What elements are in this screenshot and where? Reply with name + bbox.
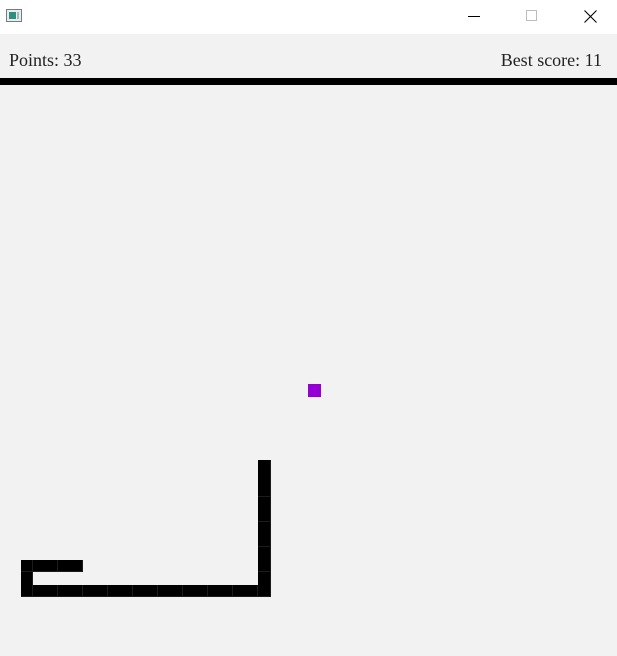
snake-segment — [21, 560, 33, 572]
snake-segment — [258, 497, 271, 522]
food-pellet — [308, 384, 321, 397]
snake-segment — [258, 522, 271, 547]
snake-segment — [58, 585, 83, 597]
snake-segment — [83, 585, 108, 597]
best-score-label: Best score: 11 — [500, 50, 602, 70]
close-button[interactable] — [561, 0, 617, 32]
snake-segment — [21, 572, 33, 597]
title-bar[interactable] — [0, 0, 617, 34]
maximize-button[interactable] — [503, 0, 561, 32]
snake-segment — [258, 572, 271, 597]
app-icon — [6, 9, 22, 22]
close-icon — [583, 9, 597, 23]
snake-segment — [258, 547, 271, 572]
snake-segment — [183, 585, 208, 597]
snake-segment — [33, 560, 58, 572]
snake-segment — [208, 585, 233, 597]
snake-segment — [158, 585, 183, 597]
snake-segment — [233, 585, 258, 597]
snake-segment — [108, 585, 133, 597]
snake-segment — [258, 472, 271, 497]
snake-segment — [133, 585, 158, 597]
snake-segment — [58, 560, 83, 572]
maximize-icon — [526, 10, 537, 21]
points-label: Points: 33 — [9, 50, 82, 70]
game-window: Points: 33 Best score: 11 — [0, 0, 617, 656]
game-board[interactable] — [0, 85, 617, 656]
minimize-icon — [468, 16, 480, 17]
snake-segment — [33, 585, 58, 597]
board-divider — [0, 78, 617, 85]
minimize-button[interactable] — [445, 0, 503, 32]
